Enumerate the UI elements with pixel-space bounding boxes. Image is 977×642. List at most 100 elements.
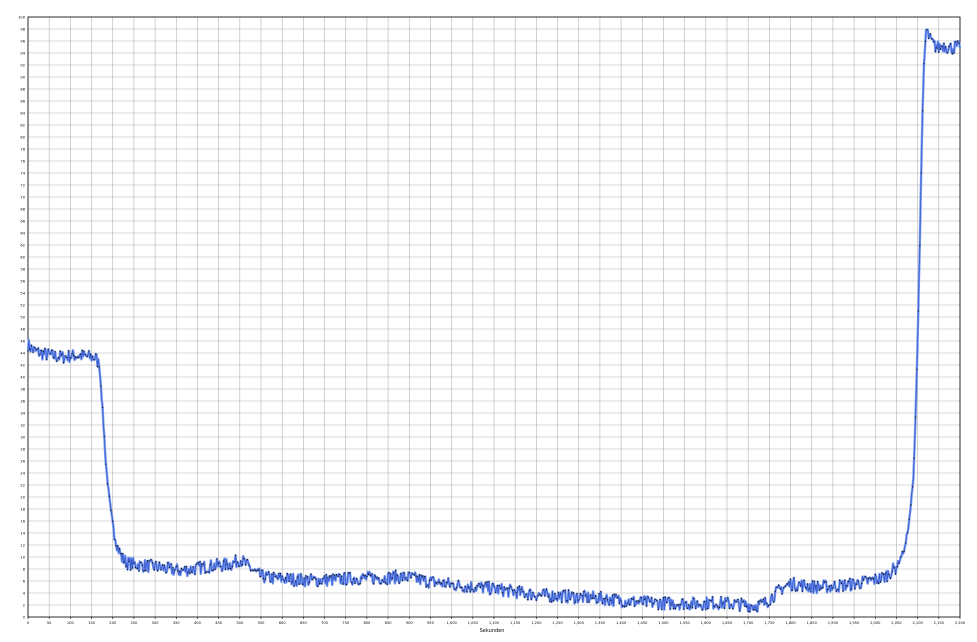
data-point (259, 575, 261, 578)
data-point (661, 608, 663, 610)
y-tick-label: 34 (20, 412, 25, 416)
data-point (867, 578, 870, 580)
data-point (806, 583, 809, 585)
data-point (170, 563, 172, 565)
data-point (681, 598, 683, 600)
y-tick-label: 14 (20, 532, 25, 536)
x-tick-label: 1,350 (595, 621, 606, 625)
y-tick-label: 2 (23, 604, 25, 608)
data-point (946, 52, 948, 54)
data-point (364, 574, 366, 577)
data-point (827, 588, 829, 591)
data-point (199, 561, 201, 563)
data-point (706, 607, 709, 610)
data-point (549, 600, 551, 603)
data-point (34, 346, 36, 349)
data-point (90, 353, 92, 355)
data-point (808, 588, 810, 590)
data-point (32, 351, 34, 353)
data-point (630, 598, 632, 600)
data-point (900, 556, 902, 558)
x-tick-label: 250 (130, 621, 138, 625)
data-point (923, 63, 925, 65)
x-tick-label: 50 (47, 621, 52, 625)
data-point (515, 592, 517, 594)
x-tick-label: 1,150 (510, 621, 521, 625)
data-point (457, 579, 460, 582)
data-point (234, 554, 237, 556)
data-point (534, 596, 536, 598)
data-point (718, 606, 721, 609)
x-tick-label: 2,100 (912, 621, 923, 625)
data-point (921, 110, 924, 112)
data-point (35, 348, 38, 351)
data-point (835, 590, 837, 592)
y-tick-label: 78 (20, 148, 25, 152)
data-point (554, 592, 556, 595)
data-point (869, 577, 871, 579)
data-point (955, 41, 957, 43)
data-point (908, 518, 910, 521)
grid-lines (27, 16, 961, 618)
data-point (105, 463, 107, 465)
data-point (126, 568, 129, 571)
data-point (693, 597, 695, 600)
data-point (544, 595, 546, 597)
data-point (442, 580, 444, 582)
y-tick-label: 84 (20, 112, 25, 116)
data-point (320, 582, 322, 585)
data-point (642, 603, 644, 605)
data-point (250, 569, 252, 572)
data-point (133, 562, 135, 564)
data-point (916, 368, 918, 371)
y-tick-label: 68 (20, 208, 25, 212)
y-tick-label: 24 (20, 472, 25, 476)
y-tick-label: 48 (20, 328, 25, 332)
data-point (618, 602, 621, 604)
data-point (66, 356, 68, 359)
data-point (415, 575, 417, 577)
data-point (288, 580, 290, 582)
data-point (672, 607, 675, 610)
data-point (796, 589, 798, 592)
data-point (313, 577, 316, 579)
data-point (518, 585, 521, 587)
data-point (187, 571, 189, 574)
data-point (138, 570, 140, 572)
y-tick-label: 90 (20, 76, 25, 80)
data-point (408, 571, 410, 574)
y-tick-label: 44 (20, 352, 25, 356)
data-point (574, 601, 576, 603)
data-point (179, 570, 181, 573)
data-point (459, 586, 461, 588)
data-point (684, 601, 687, 604)
data-point (820, 588, 822, 590)
x-tick-label: 1,650 (722, 621, 733, 625)
data-point (340, 575, 343, 577)
data-point (454, 588, 456, 590)
data-point (439, 582, 441, 584)
y-tick-label: 64 (20, 232, 25, 236)
data-point (737, 598, 739, 601)
x-tick-label: 950 (427, 621, 435, 625)
data-point (772, 601, 775, 603)
x-tick-label: 1,750 (764, 621, 775, 625)
data-point (617, 597, 619, 599)
data-point (435, 582, 438, 584)
data-point (728, 607, 731, 609)
data-point (332, 573, 334, 575)
data-point (595, 595, 597, 597)
data-point (366, 575, 368, 578)
data-point (874, 573, 876, 576)
data-point (732, 607, 734, 610)
data-point (245, 564, 247, 566)
data-point (437, 581, 439, 583)
data-point (155, 561, 157, 563)
x-tick-label: 850 (385, 621, 393, 625)
data-point (889, 577, 892, 579)
data-point (296, 576, 299, 578)
data-point (825, 581, 827, 583)
data-point (486, 581, 488, 583)
data-point (800, 585, 802, 587)
data-point (266, 574, 268, 576)
